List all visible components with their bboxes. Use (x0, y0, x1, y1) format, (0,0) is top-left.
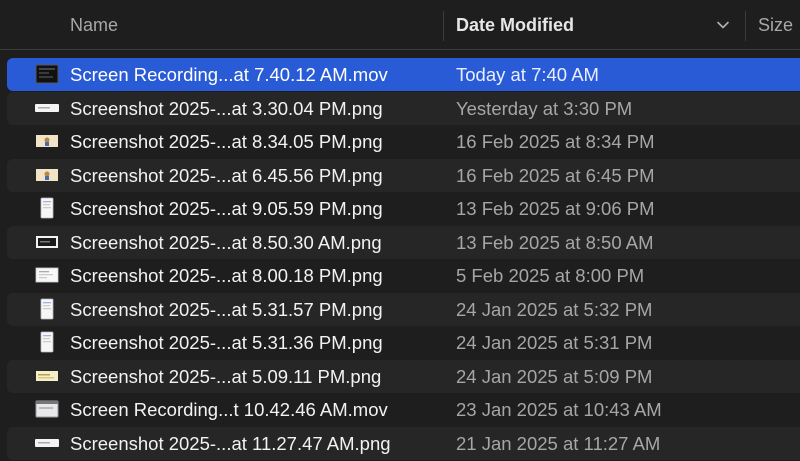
date-modified: Yesterday at 3:30 PM (456, 97, 633, 119)
image-thumbnail-icon (35, 103, 59, 112)
file-name: Screenshot 2025-...at 5.09.11 PM.png (70, 365, 382, 387)
file-row[interactable]: Screenshot 2025-...at 9.05.59 PM.png 13 F… (7, 192, 800, 225)
file-row[interactable]: Screenshot 2025-...at 5.09.11 PM.png 24 J… (7, 359, 800, 393)
file-name: Screenshot 2025-...at 11.27.47 AM.png (70, 432, 391, 454)
image-thumbnail-icon (36, 235, 58, 248)
image-thumbnail-icon (35, 267, 59, 283)
file-row[interactable]: Screenshot 2025-...at 8.50.30 AM.png 13 F… (7, 225, 800, 259)
file-name: Screen Recording...t 10.42.46 AM.mov (70, 399, 388, 420)
date-modified: 24 Jan 2025 at 5:32 PM (456, 298, 653, 320)
date-modified: 5 Feb 2025 at 8:00 PM (456, 265, 645, 286)
image-thumbnail-icon (40, 197, 54, 219)
file-name: Screenshot 2025-...at 8.34.05 PM.png (70, 131, 383, 152)
date-modified: 16 Feb 2025 at 8:34 PM (456, 131, 655, 152)
file-row[interactable]: Screenshot 2025-...at 3.30.04 PM.png Yest… (7, 91, 800, 125)
date-modified: 13 Feb 2025 at 8:50 AM (456, 231, 654, 253)
date-modified: Today at 7:40 AM (456, 64, 599, 85)
video-thumbnail-icon (35, 400, 59, 418)
chevron-down-icon[interactable] (716, 18, 730, 32)
date-modified: 23 Jan 2025 at 10:43 AM (456, 399, 662, 420)
file-name: Screenshot 2025-...at 8.50.30 AM.png (70, 231, 382, 253)
column-divider[interactable] (443, 11, 444, 41)
file-row[interactable]: Screenshot 2025-...at 5.31.36 PM.png 24 J… (7, 326, 800, 359)
column-divider[interactable] (745, 11, 746, 41)
file-name: Screenshot 2025-...at 5.31.36 PM.png (70, 332, 383, 353)
image-thumbnail-icon (40, 331, 54, 353)
file-row[interactable]: Screenshot 2025-...at 8.00.18 PM.png 5 Fe… (7, 259, 800, 292)
date-modified-column-header[interactable]: Date Modified (456, 0, 574, 50)
size-column-header[interactable]: Size (758, 0, 793, 50)
date-modified: 13 Feb 2025 at 9:06 PM (456, 198, 655, 219)
image-thumbnail-icon (36, 135, 58, 147)
file-name: Screenshot 2025-...at 6.45.56 PM.png (70, 164, 383, 186)
name-column-header[interactable]: Name (70, 0, 118, 50)
file-name: Screenshot 2025-...at 8.00.18 PM.png (70, 265, 383, 286)
date-modified: 16 Feb 2025 at 6:45 PM (456, 164, 655, 186)
file-name: Screenshot 2025-...at 5.31.57 PM.png (70, 298, 383, 320)
file-name: Screen Recording...at 7.40.12 AM.mov (70, 64, 388, 85)
file-row[interactable]: Screenshot 2025-...at 8.34.05 PM.png 16 F… (7, 125, 800, 158)
image-thumbnail-icon (36, 168, 58, 181)
video-thumbnail-icon (35, 64, 59, 84)
date-modified: 24 Jan 2025 at 5:09 PM (456, 365, 653, 387)
image-thumbnail-icon (36, 370, 58, 381)
file-row[interactable]: Screenshot 2025-...at 11.27.47 AM.png 21 … (7, 426, 800, 460)
date-modified: 24 Jan 2025 at 5:31 PM (456, 332, 653, 353)
file-name: Screenshot 2025-...at 9.05.59 PM.png (70, 198, 383, 219)
image-thumbnail-icon (40, 298, 54, 319)
column-header-bar: Name Date Modified Size (0, 0, 800, 50)
file-row[interactable]: Screen Recording...t 10.42.46 AM.mov 23 J… (7, 393, 800, 426)
file-row[interactable]: Screenshot 2025-...at 6.45.56 PM.png 16 F… (7, 158, 800, 192)
date-modified: 21 Jan 2025 at 11:27 AM (456, 432, 661, 454)
file-row[interactable]: Screenshot 2025-...at 5.31.57 PM.png 24 J… (7, 292, 800, 326)
image-thumbnail-icon (35, 438, 59, 447)
file-name: Screenshot 2025-...at 3.30.04 PM.png (70, 97, 383, 119)
file-row[interactable]: Screen Recording...at 7.40.12 AM.mov Toda… (7, 58, 800, 91)
